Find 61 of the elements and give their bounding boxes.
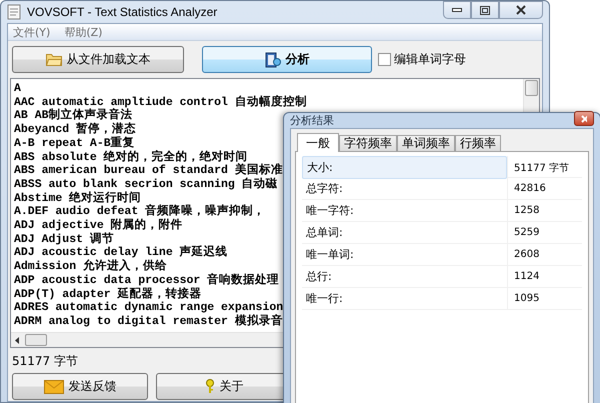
stat-value: 2608 bbox=[507, 244, 587, 265]
envelope-icon bbox=[44, 380, 64, 394]
close-button[interactable] bbox=[574, 111, 594, 126]
text-line: ADJ acoustic delay line 声延迟线 bbox=[14, 246, 228, 260]
stat-value: 1258 bbox=[507, 200, 587, 221]
text-line: ABS absolute 绝对的，完全的，绝对时间 bbox=[14, 150, 248, 164]
stat-value: 51177 字节 bbox=[507, 156, 587, 179]
text-line: ADRES automatic dynamic range expansion bbox=[14, 301, 284, 314]
scroll-thumb[interactable] bbox=[25, 334, 47, 346]
tab[interactable]: 行频率 bbox=[455, 135, 501, 151]
folder-icon bbox=[46, 53, 62, 66]
text-line: A.DEF audio defeat 音频降噪，噪声抑制， bbox=[14, 205, 266, 218]
text-line: ADRM analog to digital remaster 模拟录音 bbox=[14, 314, 283, 329]
key-icon bbox=[204, 379, 214, 394]
maximize-icon bbox=[480, 6, 490, 14]
stat-value: 5259 bbox=[507, 222, 587, 243]
tab[interactable]: 字符频率 bbox=[339, 135, 397, 151]
book-icon bbox=[264, 52, 280, 68]
scroll-left-icon[interactable] bbox=[15, 336, 19, 344]
text-line: AB AB制立体声录音法 bbox=[14, 109, 133, 122]
stat-label[interactable]: 唯一行: bbox=[302, 288, 507, 309]
stat-label[interactable]: 大小: bbox=[302, 156, 507, 179]
menu-item[interactable]: 文件(Y) bbox=[13, 24, 50, 40]
text-line: ADJ adjective 附属的，附件 bbox=[14, 219, 183, 232]
menu-item[interactable]: 帮助(Z) bbox=[64, 24, 102, 40]
text-line: Abstime 绝对运行时间 bbox=[14, 192, 142, 206]
stat-label[interactable]: 唯一单词: bbox=[302, 244, 507, 265]
stat-label[interactable]: 唯一字符: bbox=[302, 200, 507, 221]
minimize-button[interactable] bbox=[443, 1, 471, 19]
close-button[interactable] bbox=[499, 1, 543, 19]
load-file-button[interactable]: 从文件加载文本 bbox=[12, 46, 184, 73]
text-line: ADP(T) adapter 延配器，转接器 bbox=[14, 288, 202, 302]
feedback-button[interactable]: 发送反馈 bbox=[12, 373, 148, 400]
checkbox[interactable] bbox=[378, 53, 391, 66]
text-line: ABS american bureau of standard 美国标准 bbox=[14, 164, 283, 178]
maximize-button[interactable] bbox=[471, 1, 499, 19]
text-line: ADP acoustic data processor 音响数据处理 bbox=[14, 274, 280, 287]
close-icon bbox=[581, 114, 587, 122]
stat-value: 42816 bbox=[507, 178, 587, 199]
stat-label[interactable]: 总行: bbox=[302, 266, 507, 287]
text-line: Admission 允许进入，供给 bbox=[14, 260, 168, 274]
stat-label[interactable]: 总字符: bbox=[302, 178, 507, 199]
tab[interactable]: 单词频率 bbox=[397, 135, 455, 151]
text-line: A bbox=[14, 82, 21, 96]
minimize-icon bbox=[452, 8, 462, 12]
text-line: ABSS auto blank secrion scanning 自动磁 bbox=[14, 178, 278, 191]
stat-label[interactable]: 总单词: bbox=[302, 222, 507, 243]
text-line: Abeyancd 暂停，潜态 bbox=[14, 123, 136, 136]
stat-value: 1124 bbox=[507, 266, 587, 287]
analyze-button[interactable]: 分析 bbox=[202, 46, 372, 73]
document-icon bbox=[7, 4, 21, 20]
stat-value: 1095 bbox=[507, 288, 587, 309]
dialog-title: 分析结果 bbox=[290, 113, 334, 128]
text-line: A-B repeat A-B重复 bbox=[14, 136, 135, 150]
text-line: ADJ Adjust 调节 bbox=[14, 232, 114, 246]
text-line: AAC automatic ampltiude control 自动幅度控制 bbox=[14, 96, 307, 109]
tab[interactable]: 一般 bbox=[297, 133, 339, 152]
close-icon bbox=[516, 5, 526, 15]
checkbox-label: 编辑单词字母 bbox=[394, 51, 466, 68]
window-title: VOVSOFT - Text Statistics Analyzer bbox=[27, 5, 218, 19]
status-text: 51177 字节 bbox=[11, 353, 79, 370]
